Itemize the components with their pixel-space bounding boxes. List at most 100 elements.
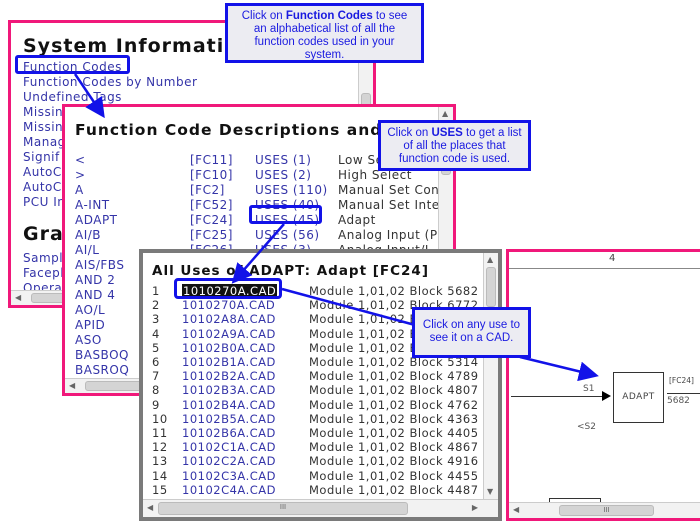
fc-name-link[interactable]: >	[75, 168, 86, 182]
horizontal-scrollbar[interactable]: ◀ III ▶	[143, 499, 498, 517]
use-file-link[interactable]: 10102B5A.CAD	[182, 412, 276, 426]
fc-code-link[interactable]: [FC25]	[190, 228, 233, 242]
system-info-link[interactable]: Signif	[23, 150, 60, 164]
graphics-link[interactable]: Sampl	[23, 251, 63, 265]
use-file-link[interactable]: 10102B2A.CAD	[182, 369, 276, 383]
fc-name-link[interactable]: AIS/FBS	[75, 258, 124, 272]
cad-column-label: 4	[609, 253, 616, 264]
use-location: Module 1,01,02 Block 4789	[309, 369, 479, 384]
use-file-link[interactable]: 10102B0A.CAD	[182, 341, 276, 355]
fc-name-link[interactable]: A	[75, 183, 84, 197]
fc-description: Manual Set Inte	[338, 198, 440, 212]
fc-name-link[interactable]: BASROQ	[75, 363, 129, 377]
use-number: 3	[152, 312, 160, 327]
cad-window: 4 S1 <S2 ADAPT [FC24] 5682 ◀ III	[506, 249, 700, 521]
fc-code-link[interactable]: [FC10]	[190, 168, 233, 182]
use-number: 6	[152, 355, 160, 369]
use-location: Module 1,01,02 Block 4363	[309, 411, 479, 426]
fc-name-link[interactable]: <	[75, 153, 86, 167]
fc-uses-link[interactable]: USES (110)	[255, 183, 328, 197]
use-number: 8	[152, 383, 160, 398]
use-number: 2	[152, 298, 160, 313]
fc-description: Low Se	[338, 153, 384, 167]
system-info-link[interactable]: PCU In	[23, 195, 65, 209]
use-number: 9	[152, 397, 160, 412]
use-location: Module 1,01,02 Block 4405	[309, 426, 479, 440]
use-file-link[interactable]: 10102B4A.CAD	[182, 398, 276, 412]
function-codes-callout: Click on Function Codes to see an alphab…	[225, 3, 424, 63]
fc-description: Manual Set Con	[338, 183, 440, 197]
use-number: 5	[152, 340, 160, 355]
adapt-block[interactable]: ADAPT	[613, 372, 664, 423]
fc-name-link[interactable]: AI/B	[75, 228, 101, 242]
fc-name-link[interactable]: BASBOQ	[75, 348, 129, 362]
fc-name-link[interactable]: APID	[75, 318, 105, 332]
graphics-link[interactable]: Facepl	[23, 266, 64, 280]
use-location: Module 1,01,02 Block 4916	[309, 454, 479, 469]
use-file-link[interactable]: 10102A8A.CAD	[182, 312, 276, 326]
use-location: Module 1,01,02 Block 4867	[309, 440, 479, 455]
use-number: 1	[152, 284, 160, 298]
fc-name-link[interactable]: AND 4	[75, 288, 115, 302]
fc-code-link[interactable]: [FC52]	[190, 198, 233, 212]
use-number: 12	[152, 440, 168, 455]
use-location: Module 1,01,02 Block 4455	[309, 468, 479, 483]
system-info-link[interactable]: AutoC	[23, 180, 62, 194]
input-s1-label: S1	[583, 384, 595, 394]
fc-description: Adapt	[338, 213, 376, 227]
input-s2-label: <S2	[577, 422, 596, 432]
use-file-link[interactable]: 10102C1A.CAD	[182, 440, 276, 454]
uses-callout: Click on USES to get a list of all the p…	[378, 120, 531, 171]
use-location: Module 1,01,02 Block 4762	[309, 397, 479, 412]
fc-name-link[interactable]: AND 2	[75, 273, 115, 287]
fc-uses-link[interactable]: USES (2)	[255, 168, 311, 182]
use-file-link[interactable]: 10102B3A.CAD	[182, 383, 276, 397]
all-uses-title: All Uses of ADAPT: Adapt [FC24]	[152, 263, 429, 279]
vertical-scrollbar[interactable]: ▲ ▼	[483, 253, 498, 499]
cad-header-line	[509, 268, 700, 269]
use-file-link[interactable]: 10102B6A.CAD	[182, 426, 276, 440]
fc-name-link[interactable]: A-INT	[75, 198, 110, 212]
fc-code-link[interactable]: [FC2]	[190, 183, 225, 197]
system-info-link[interactable]: Manag	[23, 135, 66, 149]
use-number: 13	[152, 454, 168, 469]
use-file-link[interactable]: 10102B1A.CAD	[182, 355, 276, 369]
system-info-link[interactable]: Undefined Tags	[23, 90, 122, 104]
use-number: 4	[152, 326, 160, 341]
block-number-label: 5682	[667, 393, 700, 406]
use-file-link[interactable]: 10102C4A.CAD	[182, 483, 276, 497]
arrowhead-icon	[602, 391, 611, 401]
fc-name-link[interactable]: ASO	[75, 333, 102, 347]
use-number: 11	[152, 426, 168, 440]
fc-uses-link[interactable]: USES (56)	[255, 228, 320, 242]
use-file-link[interactable]: 1010270A.CAD	[182, 298, 275, 312]
fc-description: Analog Input (P	[338, 228, 438, 242]
fc-name-link[interactable]: AI/L	[75, 243, 99, 257]
use-file-link[interactable]: 10102A9A.CAD	[182, 327, 276, 341]
fc-name-link[interactable]: ADAPT	[75, 213, 118, 227]
use-location: Module 1,01,02 Block 4487	[309, 482, 479, 497]
system-info-link[interactable]: Missin	[23, 120, 63, 134]
system-info-link[interactable]: Missin	[23, 105, 63, 119]
horizontal-scrollbar[interactable]: ◀ III	[509, 502, 700, 518]
use-file-link[interactable]: 10102C2A.CAD	[182, 454, 276, 468]
fc-code-link[interactable]: [FC11]	[190, 153, 233, 167]
signal-line	[511, 396, 605, 397]
any-use-callout: Click on any use to see it on a CAD.	[412, 307, 531, 358]
adapt-block-label: ADAPT	[622, 392, 655, 402]
function-codes-highlight	[15, 55, 130, 74]
use-number: 14	[152, 468, 168, 483]
fc-name-link[interactable]: AO/L	[75, 303, 105, 317]
use-number: 15	[152, 482, 168, 497]
fc-code-link[interactable]: [FC24]	[190, 213, 233, 227]
system-information-title: System Information	[23, 35, 253, 57]
uses-45-highlight	[249, 205, 322, 224]
system-info-link[interactable]: Function Codes by Number	[23, 75, 197, 89]
system-info-link[interactable]: AutoC	[23, 165, 62, 179]
use-file-link[interactable]: 10102C3A.CAD	[182, 469, 276, 483]
graphics-section-title: Gra	[23, 223, 64, 245]
fc-uses-link[interactable]: USES (1)	[255, 153, 311, 167]
use-location: Module 1,01,02 Block 5682	[309, 284, 479, 298]
fc-label: [FC24]	[669, 376, 694, 385]
fc-descriptions-title: Function Code Descriptions and	[75, 121, 383, 139]
